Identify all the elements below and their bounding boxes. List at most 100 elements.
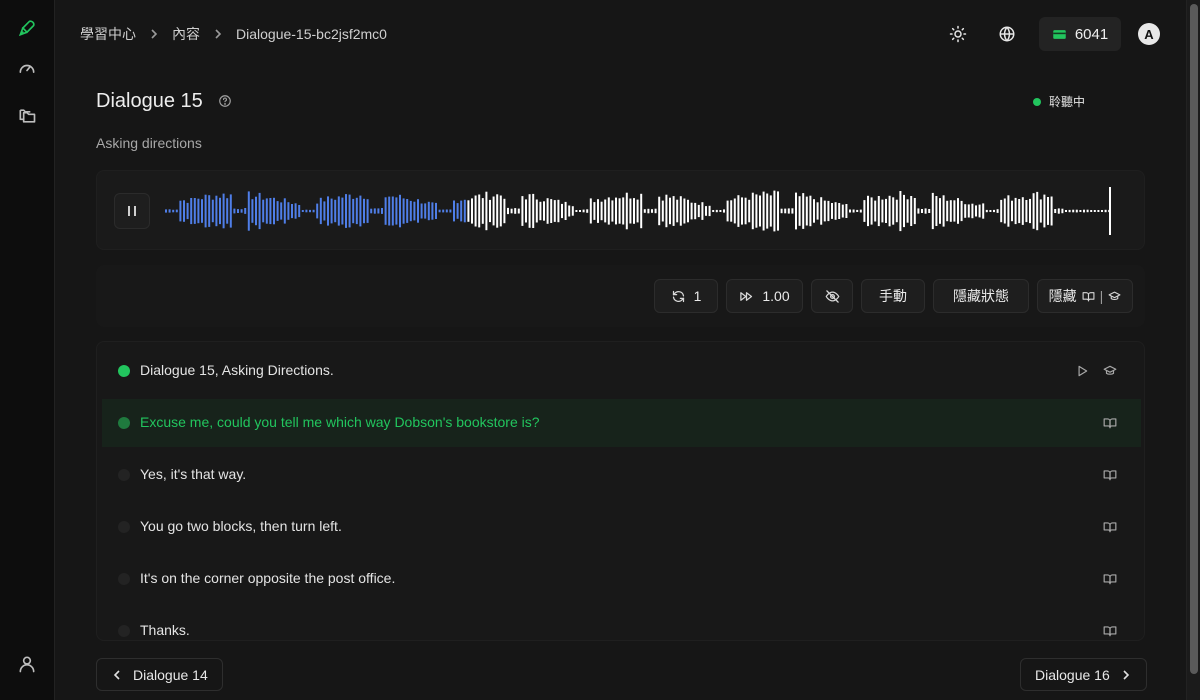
- row-book-button[interactable]: [1102, 519, 1118, 535]
- waveform-bar: [543, 201, 545, 221]
- waveform-bar: [748, 199, 751, 223]
- waveform-bar: [1000, 199, 1003, 223]
- waveform-bar: [863, 200, 866, 222]
- next-dialogue-label: Dialogue 16: [1035, 666, 1110, 683]
- waveform-bar: [827, 200, 830, 222]
- breadcrumb-item-content[interactable]: 內容: [172, 24, 200, 44]
- transcript-row[interactable]: It's on the corner opposite the post off…: [102, 555, 1141, 603]
- transcript-row[interactable]: Yes, it's that way.: [102, 451, 1141, 499]
- loop-button[interactable]: 1: [654, 279, 718, 313]
- transcript-row[interactable]: You go two blocks, then turn left.: [102, 503, 1141, 551]
- waveform-bar: [712, 210, 715, 212]
- waveform-bar: [679, 196, 682, 226]
- waveform-bar: [877, 196, 880, 227]
- sidebar-item-dashboard[interactable]: [14, 55, 40, 81]
- gauge-icon: [19, 64, 35, 73]
- scrollbar-thumb[interactable]: [1190, 4, 1198, 674]
- waveform-bar: [942, 195, 945, 227]
- waveform-bar: [989, 210, 992, 212]
- waveform-bar: [1036, 191, 1039, 231]
- waveform-bar: [489, 199, 491, 223]
- pause-button[interactable]: [114, 193, 150, 229]
- transcript-row[interactable]: Dialogue 15, Asking Directions.: [102, 347, 1141, 395]
- waveform-bar: [334, 199, 337, 223]
- waveform[interactable]: [165, 185, 1115, 237]
- speed-button[interactable]: 1.00: [726, 279, 803, 313]
- waveform-bar: [183, 200, 185, 222]
- row-book-button[interactable]: [1102, 571, 1118, 587]
- credits-button[interactable]: 6041: [1039, 17, 1121, 51]
- waveform-bar: [1018, 199, 1021, 224]
- sidebar-item-mic[interactable]: [14, 15, 40, 41]
- waveform-bar: [888, 195, 891, 227]
- waveform-bar: [283, 198, 286, 224]
- waveform-bar: [867, 195, 869, 227]
- waveform-bar: [831, 203, 833, 219]
- waveform-bar: [467, 200, 470, 222]
- waveform-bar: [481, 198, 484, 224]
- waveform-bar: [924, 208, 927, 214]
- waveform-bar: [309, 209, 311, 213]
- waveform-bar: [211, 199, 214, 223]
- waveform-bar: [269, 198, 272, 225]
- transcript-row[interactable]: Excuse me, could you tell me which way D…: [102, 399, 1141, 447]
- row-book-button[interactable]: [1102, 415, 1118, 431]
- waveform-bar: [388, 196, 391, 226]
- waveform-bar: [1090, 210, 1093, 212]
- waveform-bar: [366, 199, 369, 223]
- waveform-bar: [568, 205, 571, 217]
- repeat-icon: [672, 290, 684, 302]
- waveform-bar: [795, 192, 797, 230]
- waveform-bar: [910, 196, 913, 226]
- hide-text-toggle[interactable]: [811, 279, 853, 313]
- waveform-bar: [913, 198, 916, 225]
- waveform-bar: [967, 204, 970, 218]
- row-study-button[interactable]: [1102, 363, 1118, 379]
- waveform-bar: [262, 199, 265, 223]
- breadcrumb-item-learning-center[interactable]: 學習中心: [80, 24, 136, 44]
- waveform-bar: [1050, 196, 1053, 226]
- waveform-bar: [399, 194, 401, 228]
- row-play-button[interactable]: [1074, 363, 1090, 379]
- row-book-button[interactable]: [1102, 467, 1118, 483]
- avatar[interactable]: A: [1138, 23, 1160, 45]
- waveform-bar: [438, 209, 441, 213]
- waveform-bar: [539, 201, 542, 221]
- next-dialogue-button[interactable]: Dialogue 16: [1020, 658, 1147, 691]
- hide-status-button[interactable]: 隱藏狀態: [933, 279, 1029, 313]
- waveform-bar: [780, 208, 783, 214]
- waveform-bar: [622, 197, 625, 225]
- waveform-bar: [449, 209, 452, 213]
- waveform-bar: [762, 191, 765, 231]
- waveform-bar: [474, 195, 477, 227]
- waveform-bar: [946, 200, 949, 222]
- waveform-bar: [478, 194, 481, 228]
- waveform-bar: [607, 197, 610, 225]
- help-icon[interactable]: [218, 94, 232, 108]
- theme-toggle-button[interactable]: [945, 21, 971, 47]
- waveform-bar: [586, 209, 589, 213]
- sidebar-user-button[interactable]: [14, 651, 40, 677]
- globe-icon: [999, 26, 1015, 42]
- transcript-row[interactable]: Thanks.: [102, 607, 1141, 640]
- prev-dialogue-button[interactable]: Dialogue 14: [96, 658, 223, 691]
- row-book-button[interactable]: [1102, 623, 1118, 639]
- hide-button[interactable]: 隱藏 |: [1037, 279, 1133, 313]
- waveform-bar: [615, 197, 617, 225]
- waveform-bar: [769, 195, 772, 227]
- waveform-bar: [618, 198, 621, 224]
- waveform-bar: [683, 198, 686, 224]
- language-button[interactable]: [994, 21, 1020, 47]
- transcript-list: Dialogue 15, Asking Directions. Excuse m…: [96, 341, 1145, 641]
- waveform-bar: [870, 197, 873, 225]
- waveform-bar: [348, 194, 351, 228]
- waveform-bar: [273, 197, 275, 225]
- chevron-right-icon: [148, 28, 160, 40]
- scrollbar[interactable]: [1186, 0, 1200, 700]
- waveform-bar: [395, 197, 398, 225]
- mode-button[interactable]: 手動: [861, 279, 925, 313]
- waveform-bar: [640, 193, 643, 229]
- waveform-bar: [175, 209, 178, 213]
- waveform-bar: [496, 194, 499, 228]
- sidebar-item-library[interactable]: [14, 103, 40, 129]
